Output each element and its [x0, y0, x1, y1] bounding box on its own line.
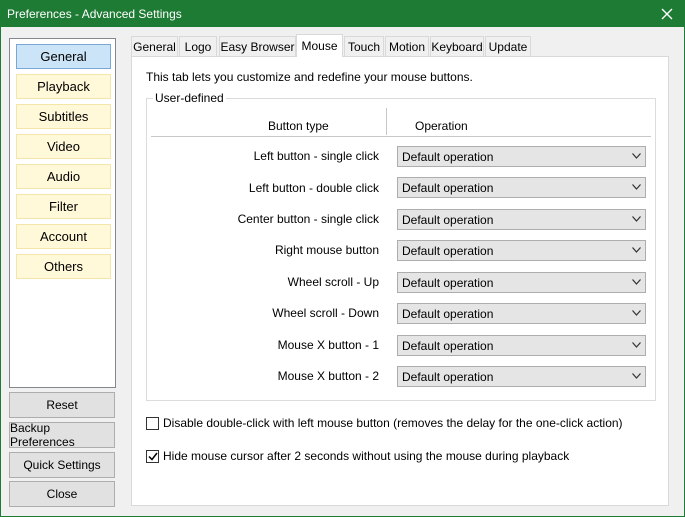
tab-description: This tab lets you customize and redefine… [146, 70, 473, 84]
backup-preferences-button[interactable]: Backup Preferences [9, 421, 115, 449]
tab-update[interactable]: Update [485, 36, 531, 56]
nav-item-general[interactable]: General [16, 44, 111, 69]
checkmark-icon [147, 452, 158, 461]
chevron-down-icon [632, 153, 641, 159]
preferences-window: Preferences - Advanced Settings General … [0, 0, 685, 517]
row-label-right-button: Right mouse button [274, 243, 379, 257]
chevron-down-icon [632, 310, 641, 316]
chevron-down-icon [632, 184, 641, 190]
group-label: User-defined [153, 91, 226, 105]
option-hide-cursor[interactable]: Hide mouse cursor after 2 seconds withou… [146, 449, 569, 463]
select-left-double[interactable]: Default operation [397, 177, 646, 198]
row-label-left-double: Left button - double click [248, 181, 379, 195]
mouse-settings-panel: This tab lets you customize and redefine… [131, 56, 669, 506]
hide-cursor-checkbox[interactable] [146, 449, 159, 463]
nav-item-filter[interactable]: Filter [16, 194, 111, 219]
nav-item-video[interactable]: Video [16, 134, 111, 159]
tab-mouse[interactable]: Mouse [296, 34, 343, 57]
select-x-button-2[interactable]: Default operation [397, 366, 646, 387]
option-disable-double-click[interactable]: Disable double-click with left mouse but… [146, 416, 623, 430]
select-center-single[interactable]: Default operation [397, 209, 646, 230]
column-header-button-type: Button type [268, 119, 329, 133]
tab-motion[interactable]: Motion [385, 36, 429, 56]
column-header-operation: Operation [415, 119, 468, 133]
chevron-down-icon [632, 247, 641, 253]
nav-item-audio[interactable]: Audio [16, 164, 111, 189]
select-wheel-up[interactable]: Default operation [397, 272, 646, 293]
chevron-down-icon [632, 279, 641, 285]
disable-double-click-checkbox[interactable] [146, 416, 159, 430]
select-wheel-down[interactable]: Default operation [397, 303, 646, 324]
header-divider [151, 136, 651, 137]
window-title: Preferences - Advanced Settings [7, 7, 182, 21]
row-label-wheel-down: Wheel scroll - Down [272, 306, 379, 320]
chevron-down-icon [632, 373, 641, 379]
row-label-left-single: Left button - single click [253, 149, 379, 163]
chevron-down-icon [632, 342, 641, 348]
category-list: General Playback Subtitles Video Audio F… [9, 38, 116, 388]
chevron-down-icon [632, 216, 641, 222]
row-label-wheel-up: Wheel scroll - Up [287, 275, 379, 289]
tab-logo[interactable]: Logo [179, 36, 217, 56]
nav-item-subtitles[interactable]: Subtitles [16, 104, 111, 129]
row-label-x-button-2: Mouse X button - 2 [277, 369, 379, 383]
select-left-single[interactable]: Default operation [397, 146, 646, 167]
close-button[interactable]: Close [9, 481, 115, 507]
user-defined-group: User-defined Button type Operation Left … [146, 91, 656, 401]
tab-touch[interactable]: Touch [344, 36, 384, 56]
row-label-x-button-1: Mouse X button - 1 [277, 338, 379, 352]
row-label-center-single: Center button - single click [237, 212, 379, 226]
select-x-button-1[interactable]: Default operation [397, 335, 646, 356]
nav-item-others[interactable]: Others [16, 254, 111, 279]
column-divider [386, 108, 387, 135]
close-icon [661, 8, 673, 20]
title-bar: Preferences - Advanced Settings [1, 1, 684, 27]
tab-general[interactable]: General [131, 36, 178, 56]
quick-settings-button[interactable]: Quick Settings [9, 452, 115, 478]
select-right-button[interactable]: Default operation [397, 240, 646, 261]
nav-item-playback[interactable]: Playback [16, 74, 111, 99]
nav-item-account[interactable]: Account [16, 224, 111, 249]
close-window-button[interactable] [650, 1, 684, 27]
tab-easy-browser[interactable]: Easy Browser [219, 36, 296, 56]
tab-keyboard[interactable]: Keyboard [430, 36, 484, 56]
reset-button[interactable]: Reset [9, 392, 115, 418]
